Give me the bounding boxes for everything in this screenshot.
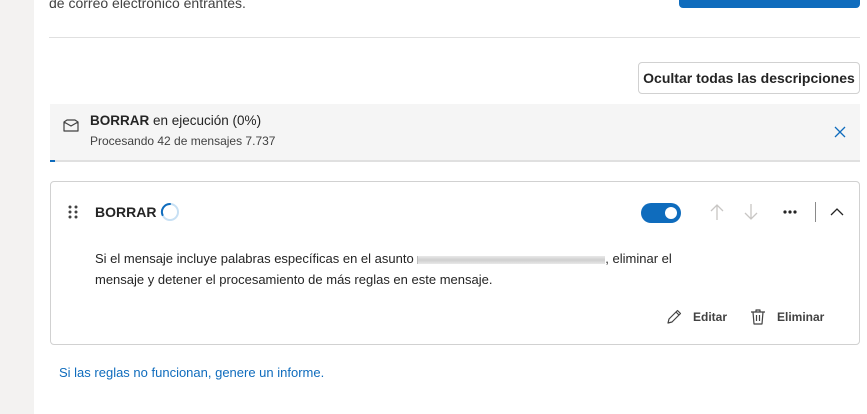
- mail-icon: [63, 119, 79, 132]
- primary-button[interactable]: [679, 0, 860, 8]
- delete-button[interactable]: Eliminar: [749, 306, 824, 328]
- more-options-icon[interactable]: [782, 204, 798, 220]
- chevron-up-icon[interactable]: [829, 204, 845, 220]
- progress-banner: BORRAR en ejecución (0%) Procesando 42 d…: [50, 104, 860, 160]
- rule-name: BORRAR: [95, 204, 157, 220]
- loading-spinner-icon: [160, 202, 179, 221]
- progress-bar: [50, 160, 860, 162]
- rule-description-start: Si el mensaje incluye palabras específic…: [95, 251, 418, 266]
- close-icon[interactable]: [834, 126, 846, 138]
- report-link[interactable]: Si las reglas no funcionan, genere un in…: [59, 365, 324, 380]
- edit-label: Editar: [693, 310, 728, 324]
- delete-label: Eliminar: [777, 310, 825, 324]
- rule-enabled-toggle[interactable]: [641, 203, 681, 223]
- trash-icon: [751, 309, 765, 325]
- rule-card: BORRAR Si el mensaje incluye palabras es…: [50, 181, 860, 345]
- toggle-knob: [665, 207, 677, 219]
- section-description: de correo electrónico entrantes.: [49, 0, 246, 11]
- progress-status: en ejecución (0%): [149, 113, 262, 128]
- pencil-icon: [667, 309, 682, 324]
- move-down-icon[interactable]: [743, 202, 759, 222]
- rules-panel: de correo electrónico entrantes. Ocultar…: [34, 0, 867, 414]
- progress-rule-name: BORRAR: [90, 113, 150, 128]
- progress-title: BORRAR en ejecución (0%): [90, 113, 261, 128]
- progress-detail: Procesando 42 de mensajes 7.737: [90, 134, 276, 148]
- hide-descriptions-button[interactable]: Ocultar todas las descripciones: [638, 62, 860, 94]
- divider: [49, 37, 860, 38]
- redacted-keywords: [417, 255, 606, 264]
- progress-bar-fill: [50, 160, 55, 162]
- edit-button[interactable]: Editar: [665, 306, 727, 328]
- drag-handle-icon[interactable]: [67, 204, 79, 220]
- rule-description: Si el mensaje incluye palabras específic…: [95, 248, 695, 290]
- move-up-icon[interactable]: [709, 202, 725, 222]
- toolbar-separator: [815, 202, 816, 222]
